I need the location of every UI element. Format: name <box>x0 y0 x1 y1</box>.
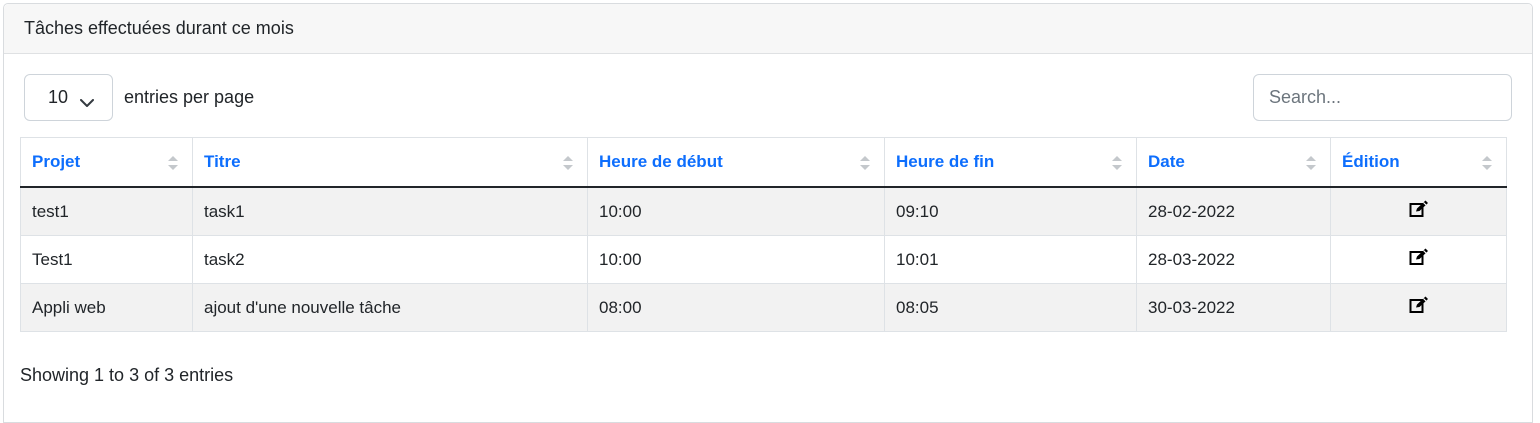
cell-fin: 09:10 <box>884 186 1137 236</box>
column-header-projet[interactable]: Projet <box>20 137 193 188</box>
sort-icon <box>167 153 179 178</box>
edit-icon[interactable] <box>1409 248 1429 271</box>
table-row: test1 task1 10:00 09:10 28-02-2022 <box>20 186 1507 236</box>
cell-debut: 08:00 <box>587 283 885 332</box>
cell-debut: 10:00 <box>587 186 885 236</box>
sort-icon <box>859 153 871 178</box>
column-header-heure-fin[interactable]: Heure de fin <box>884 137 1137 188</box>
cell-fin: 08:05 <box>884 283 1137 332</box>
search-input[interactable] <box>1253 74 1512 121</box>
column-header-label: Projet <box>32 152 81 171</box>
edit-icon[interactable] <box>1409 296 1429 319</box>
column-header-titre[interactable]: Titre <box>192 137 588 188</box>
cell-edition <box>1330 283 1507 332</box>
cell-date: 28-03-2022 <box>1136 235 1331 284</box>
column-header-label: Heure de fin <box>896 152 995 171</box>
cell-edition <box>1330 186 1507 236</box>
column-header-label: Titre <box>204 152 241 171</box>
column-header-label: Heure de début <box>599 152 723 171</box>
cell-fin: 10:01 <box>884 235 1137 284</box>
column-header-edition[interactable]: Édition <box>1330 137 1507 188</box>
cell-projet: test1 <box>20 186 193 236</box>
table-header-row: Projet Titre Heure de début Heure de fin Dat… <box>20 137 1507 188</box>
cell-debut: 10:00 <box>587 235 885 284</box>
edit-icon[interactable] <box>1409 200 1429 223</box>
table-row: Test1 task2 10:00 10:01 28-03-2022 <box>20 235 1507 284</box>
cell-projet: Test1 <box>20 235 193 284</box>
column-header-heure-debut[interactable]: Heure de début <box>587 137 885 188</box>
table-info: Showing 1 to 3 of 3 entries <box>20 365 234 385</box>
cell-projet: Appli web <box>20 283 193 332</box>
entries-per-page-label: entries per page <box>124 87 255 107</box>
entries-per-page-value: 10 <box>48 87 69 107</box>
cell-edition <box>1330 235 1507 284</box>
sort-icon <box>1481 153 1493 178</box>
card-title: Tâches effectuées durant ce mois <box>4 4 1532 54</box>
cell-date: 30-03-2022 <box>1136 283 1331 332</box>
column-header-date[interactable]: Date <box>1136 137 1331 188</box>
cell-titre: task2 <box>192 235 588 284</box>
chevron-down-icon <box>80 92 94 113</box>
column-header-label: Date <box>1148 152 1185 171</box>
sort-icon <box>562 153 574 178</box>
cell-titre: ajout d'une nouvelle tâche <box>192 283 588 332</box>
column-header-label: Édition <box>1342 152 1400 171</box>
cell-titre: task1 <box>192 186 588 236</box>
table-controls: 10 entries per page <box>24 74 1512 122</box>
sort-icon <box>1111 153 1123 178</box>
sort-icon <box>1305 153 1317 178</box>
entries-per-page-select[interactable]: 10 <box>24 74 113 121</box>
tasks-table: Projet Titre Heure de début Heure de fin Dat… <box>20 137 1507 332</box>
cell-date: 28-02-2022 <box>1136 186 1331 236</box>
table-row: Appli web ajout d'une nouvelle tâche 08:00… <box>20 283 1507 332</box>
